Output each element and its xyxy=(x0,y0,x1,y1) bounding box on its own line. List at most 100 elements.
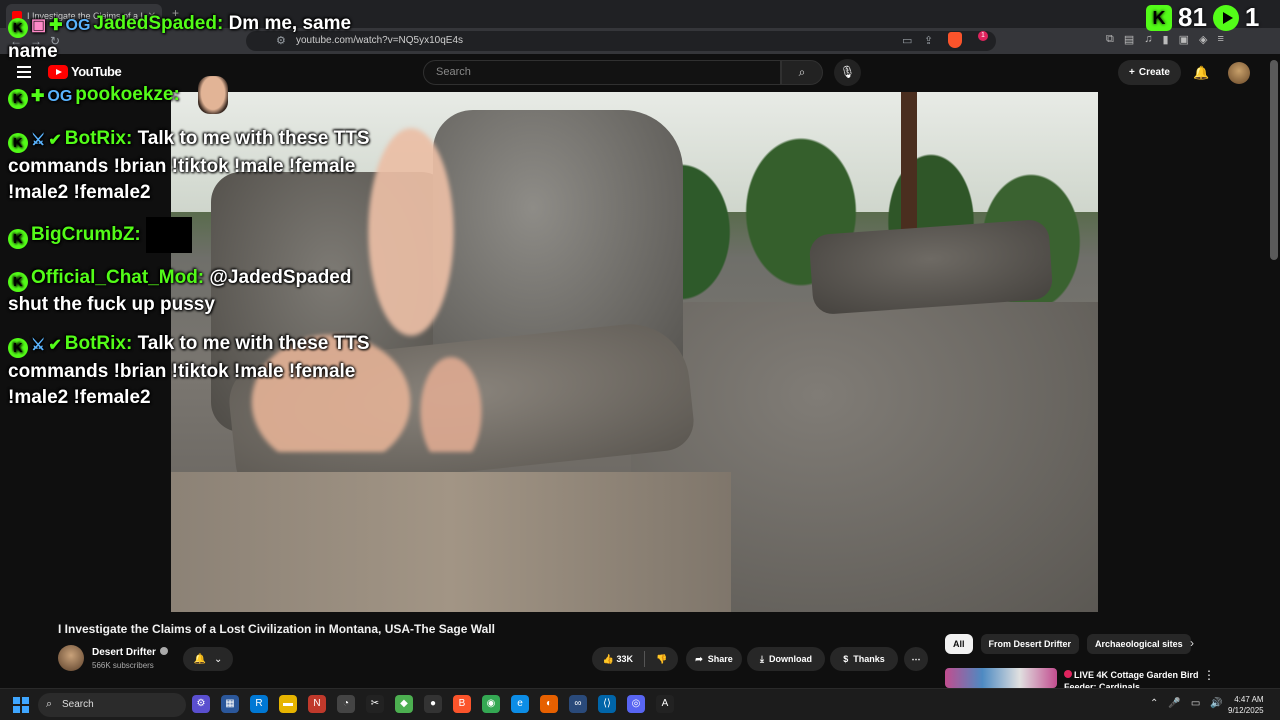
video-player[interactable] xyxy=(171,92,1098,612)
thanks-icon: $ xyxy=(843,654,849,664)
chip-from-channel[interactable]: From Desert Drifter xyxy=(980,634,1080,654)
discord-icon[interactable]: ◎ xyxy=(627,695,645,713)
chrome-icon[interactable]: ◉ xyxy=(482,695,500,713)
verified-badge-icon: ✔ xyxy=(48,132,62,149)
search-icon: ⌕ xyxy=(798,65,806,79)
taskbar-clock[interactable]: 4:47 AM 9/12/2025 xyxy=(1228,694,1264,716)
media-icon[interactable]: ♫ xyxy=(1144,33,1152,46)
like-button[interactable]: 👍 33K xyxy=(603,654,633,665)
recommended-thumbnail[interactable] xyxy=(945,668,1057,688)
shield-app-icon[interactable]: ◆ xyxy=(395,695,413,713)
browser-tab-youtube[interactable]: I Investigate the Claims of a L ✕ xyxy=(6,4,162,28)
browser-toolbar: ← → ↻ ☐ ⚙ youtube.com/watch?v=NQ5yx10qE4… xyxy=(0,28,1280,54)
chat-message: K BigCrumbZ: xyxy=(8,217,193,253)
address-bar[interactable]: ⚙ youtube.com/watch?v=NQ5yx10qE4s ▭ ⇪ xyxy=(246,31,996,51)
vscode-icon[interactable]: ⟨⟩ xyxy=(598,695,616,713)
controller-icon[interactable]: ∞ xyxy=(569,695,587,713)
dislike-icon[interactable]: 👎 xyxy=(656,654,667,665)
video-rock-top xyxy=(808,218,1054,316)
search-button[interactable]: ⌕ xyxy=(781,60,823,85)
sidebar-icon[interactable]: ▤ xyxy=(1124,33,1134,46)
filter-chips: All From Desert Drifter Archaeological s… xyxy=(945,634,1191,654)
chevron-right-icon[interactable]: › xyxy=(1190,636,1194,650)
more-actions-button[interactable]: ⋯ xyxy=(904,647,928,671)
extensions-icon[interactable]: ⧉ xyxy=(1106,33,1114,46)
obs-icon[interactable]: ● xyxy=(424,695,442,713)
clock-app-icon[interactable]: ◔ xyxy=(337,695,355,713)
page-scrollbar[interactable] xyxy=(1270,60,1278,260)
file-explorer-icon[interactable]: ▬ xyxy=(279,695,297,713)
like-dislike-group: 👍 33K 👎 xyxy=(592,647,678,671)
reload-icon[interactable]: ↻ xyxy=(50,34,60,48)
video-hand xyxy=(191,102,511,452)
chip-archaeological-sites[interactable]: Archaeological sites xyxy=(1087,634,1191,654)
netflix-icon[interactable]: N xyxy=(308,695,326,713)
back-icon[interactable]: ← xyxy=(10,34,22,48)
sword-badge-icon: ⚔ xyxy=(31,132,46,149)
app-r-icon[interactable]: R xyxy=(250,695,268,713)
youtube-header: YouTube Search ⌕ 🎙 + Create 🔔 xyxy=(0,54,1280,92)
taskbar-search[interactable]: ⌕ Search xyxy=(38,693,186,717)
search-input[interactable]: Search xyxy=(423,60,781,85)
brave-icon[interactable]: B xyxy=(453,695,471,713)
share-icon: ➦ xyxy=(695,653,703,664)
youtube-play-icon xyxy=(48,64,68,79)
mic-icon: 🎙 xyxy=(839,65,856,79)
chip-all[interactable]: All xyxy=(945,634,973,654)
chevron-down-icon: ⌄ xyxy=(214,653,223,665)
youtube-logo-text: YouTube xyxy=(71,64,122,79)
taskbar-apps: ⚙ ▦ R ▬ N ◔ ✂ ◆ ● B ◉ e ◐ ∞ ⟨⟩ ◎ A xyxy=(192,695,674,713)
verified-badge-icon: ✔ xyxy=(48,337,62,354)
volume-icon[interactable]: 🔊 xyxy=(1210,698,1222,709)
vpn-icon[interactable]: ◈ xyxy=(1199,33,1207,46)
download-button[interactable]: ⤓ Download xyxy=(747,647,825,671)
windows-start-icon[interactable] xyxy=(13,697,29,713)
rewards-badge[interactable]: 1 xyxy=(978,31,988,41)
kick-badge-icon: K xyxy=(8,338,28,358)
microphone-tray-icon[interactable]: 🎤 xyxy=(1168,698,1180,709)
game-bar-icon[interactable]: ⚙ xyxy=(192,695,210,713)
plus-icon: + xyxy=(1129,67,1135,78)
share-page-icon[interactable]: ⇪ xyxy=(924,34,933,47)
channel-avatar[interactable] xyxy=(58,645,84,671)
kick-badge-icon: K xyxy=(8,89,28,109)
account-avatar[interactable] xyxy=(1228,62,1250,84)
notifications-bell-icon[interactable]: 🔔 xyxy=(1193,65,1209,81)
tray-chevron-icon[interactable]: ⌃ xyxy=(1150,698,1158,709)
channel-name[interactable]: Desert Drifter xyxy=(92,647,168,658)
thanks-button[interactable]: $ Thanks xyxy=(830,647,898,671)
brave-shields-icon[interactable] xyxy=(948,32,962,48)
cast-icon[interactable]: ▭ xyxy=(902,34,912,47)
app-a-icon[interactable]: A xyxy=(656,695,674,713)
firefox-icon[interactable]: ◐ xyxy=(540,695,558,713)
edge-icon[interactable]: e xyxy=(511,695,529,713)
share-button[interactable]: ➦ Share xyxy=(686,647,742,671)
capcut-icon[interactable]: ✂ xyxy=(366,695,384,713)
system-tray: ⌃ 🎤 ▭ 🔊 xyxy=(1150,698,1223,709)
kick-badge-icon: K xyxy=(8,229,28,250)
tab-close-icon[interactable]: ✕ xyxy=(148,11,156,22)
site-info-icon[interactable]: ⚙ xyxy=(276,34,286,47)
network-icon[interactable]: ▭ xyxy=(1191,698,1200,709)
tab-title: I Investigate the Claims of a L xyxy=(27,11,143,21)
extension-icons: ⧉ ▤ ♫ ▮ ▣ ◈ ≡ xyxy=(1106,33,1224,46)
subscriber-count: 566K subscribers xyxy=(92,661,154,670)
youtube-logo[interactable]: YouTube xyxy=(48,64,122,79)
new-tab-button[interactable]: + xyxy=(172,6,179,20)
reader-icon[interactable]: ▮ xyxy=(1163,33,1169,46)
subscribed-notification-button[interactable]: 🔔 ⌄ xyxy=(183,647,233,671)
bell-icon: 🔔 xyxy=(193,653,207,665)
menu-hamburger-icon[interactable] xyxy=(17,66,31,78)
live-icon xyxy=(1064,670,1072,678)
task-view-icon[interactable]: ▦ xyxy=(221,695,239,713)
voice-search-button[interactable]: 🎙 xyxy=(834,59,861,86)
divider xyxy=(644,651,645,667)
forward-icon[interactable]: → xyxy=(30,34,42,48)
menu-icon[interactable]: ≡ xyxy=(1217,33,1223,46)
wallet-icon[interactable]: ▣ xyxy=(1179,33,1189,46)
create-label: Create xyxy=(1138,67,1170,78)
video-rock-base xyxy=(171,472,731,612)
create-button[interactable]: + Create xyxy=(1118,60,1181,85)
sword-badge-icon: ⚔ xyxy=(31,337,46,354)
more-vertical-icon[interactable]: ⋮ xyxy=(1203,668,1215,682)
